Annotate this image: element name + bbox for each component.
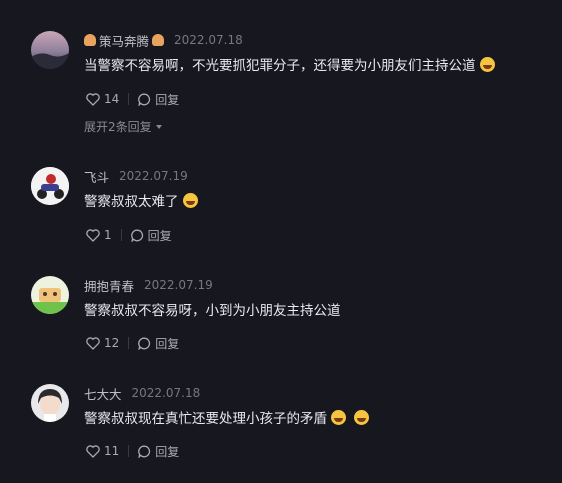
username[interactable]: 策马奔腾 — [99, 31, 149, 50]
reply-bubble-icon — [138, 93, 151, 106]
reply-bubble-icon — [130, 229, 143, 242]
expand-replies-button[interactable]: 展开2条回复 — [84, 118, 162, 136]
reply-label: 回复 — [155, 444, 180, 459]
comment-text-content: 当警察不容易啊，不光要抓犯罪分子，还得要为小朋友们主持公道 — [84, 58, 476, 74]
like-count: 1 — [104, 228, 112, 242]
hands-emoji-icon — [152, 34, 165, 46]
username[interactable]: 七大大 — [84, 384, 122, 403]
divider — [120, 229, 122, 241]
username[interactable]: 飞斗 — [84, 167, 109, 186]
avatar[interactable] — [31, 276, 69, 314]
grinning-sweat-emoji-icon — [182, 193, 198, 208]
reply-bubble-icon — [138, 337, 151, 350]
chevron-down-icon — [155, 125, 162, 129]
avatar[interactable] — [31, 31, 69, 69]
laughing-emoji-icon — [354, 410, 369, 425]
like-button[interactable]: 14 — [86, 92, 119, 106]
comment-date: 2022.07.19 — [119, 169, 188, 183]
heart-icon — [86, 228, 100, 242]
laughing-emoji-icon — [479, 57, 495, 72]
comment-text-content: 警察叔叔不容易呀，小到为小朋友主持公道 — [84, 303, 341, 319]
comment-date: 2022.07.19 — [144, 278, 213, 292]
reply-label: 回复 — [155, 92, 180, 107]
like-count: 11 — [104, 444, 120, 458]
like-button[interactable]: 1 — [86, 228, 112, 242]
hands-emoji-icon — [84, 34, 96, 46]
heart-icon — [86, 336, 100, 350]
like-count: 12 — [104, 336, 120, 350]
avatar[interactable] — [31, 384, 69, 422]
reply-label: 回复 — [155, 336, 180, 351]
comment-text-content: 警察叔叔太难了 — [84, 194, 179, 210]
laughing-emoji-icon — [331, 410, 346, 425]
comment-text: 警察叔叔不容易呀，小到为小朋友主持公道 — [84, 301, 341, 321]
comment-date: 2022.07.18 — [174, 33, 243, 47]
like-button[interactable]: 11 — [86, 444, 119, 458]
divider — [128, 337, 130, 349]
heart-icon — [86, 92, 100, 106]
username[interactable]: 拥抱青春 — [84, 276, 134, 295]
reply-bubble-icon — [138, 445, 151, 458]
comment-text-content: 警察叔叔现在真忙还要处理小孩子的矛盾 — [84, 411, 327, 427]
heart-icon — [86, 444, 100, 458]
comment-list: 策马奔腾 2022.07.18 当警察不容易啊，不光要抓犯罪分子，还得要为小朋友… — [0, 0, 562, 483]
like-count: 14 — [104, 92, 120, 106]
divider — [128, 445, 130, 457]
comment-text: 警察叔叔太难了 — [84, 192, 198, 212]
comment-text: 当警察不容易啊，不光要抓犯罪分子，还得要为小朋友们主持公道 — [84, 56, 495, 76]
divider — [128, 93, 130, 105]
reply-button[interactable]: 回复 — [138, 443, 179, 460]
expand-replies-label: 展开2条回复 — [84, 120, 152, 134]
reply-button[interactable]: 回复 — [138, 91, 179, 108]
like-button[interactable]: 12 — [86, 336, 119, 350]
avatar[interactable] — [31, 167, 69, 205]
comment-text: 警察叔叔现在真忙还要处理小孩子的矛盾 — [84, 409, 369, 429]
reply-button[interactable]: 回复 — [130, 227, 172, 244]
reply-label: 回复 — [147, 228, 172, 243]
comment-date: 2022.07.18 — [131, 386, 201, 400]
reply-button[interactable]: 回复 — [138, 335, 179, 352]
